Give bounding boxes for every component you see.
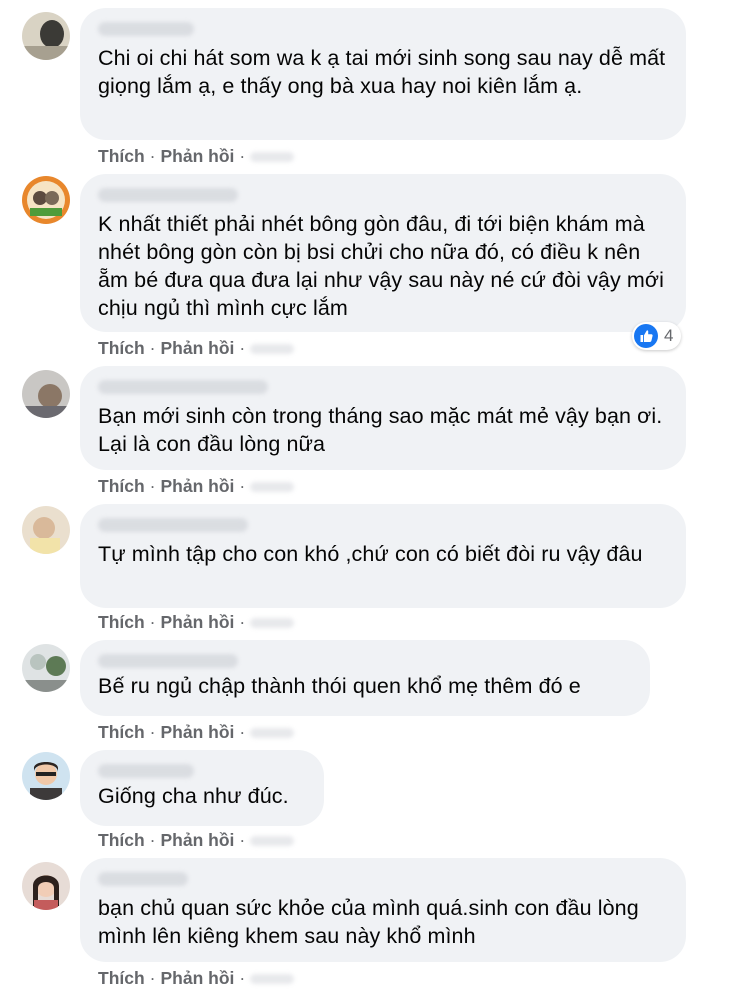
separator: · [239, 476, 246, 496]
author-name-blurred[interactable] [98, 518, 248, 532]
comment-actions: Thích · Phản hồi · [98, 968, 295, 989]
reply-button[interactable]: Phản hồi [161, 968, 235, 988]
separator: · [239, 968, 246, 988]
like-button[interactable]: Thích [98, 968, 145, 988]
avatar[interactable] [22, 176, 70, 224]
separator: · [239, 612, 246, 632]
comment-actions: Thích · Phản hồi · [98, 338, 295, 359]
separator: · [149, 830, 156, 850]
separator: · [149, 476, 156, 496]
author-name-blurred[interactable] [98, 654, 238, 668]
like-button[interactable]: Thích [98, 338, 145, 358]
avatar[interactable] [22, 644, 70, 692]
author-name-blurred[interactable] [98, 380, 268, 394]
timestamp-blurred[interactable] [250, 836, 295, 847]
comment-bubble: Giống cha như đúc. [80, 750, 324, 826]
comment-actions: Thích · Phản hồi · [98, 722, 295, 743]
avatar[interactable] [22, 862, 70, 910]
comment-bubble: Bế ru ngủ chập thành thói quen khổ mẹ th… [80, 640, 650, 716]
separator: · [149, 146, 156, 166]
comment-bubble: K nhất thiết phải nhét bông gòn đâu, đi … [80, 174, 686, 332]
reaction-badge[interactable]: 4 [632, 322, 682, 350]
timestamp-blurred[interactable] [250, 344, 295, 355]
comment-thread: Chi oi chi hát som wa k ạ tai mới sinh s… [0, 0, 746, 990]
avatar[interactable] [22, 370, 70, 418]
timestamp-blurred[interactable] [250, 728, 295, 739]
comment-text: Giống cha như đúc. [98, 784, 289, 808]
author-name-blurred[interactable] [98, 872, 188, 886]
separator: · [149, 722, 156, 742]
separator: · [239, 338, 246, 358]
comment-text: Tự mình tập cho con khó ,chứ con có biết… [98, 542, 643, 566]
comment-actions: Thích · Phản hồi · [98, 612, 295, 633]
reply-button[interactable]: Phản hồi [161, 722, 235, 742]
comment-text: Chi oi chi hát som wa k ạ tai mới sinh s… [98, 46, 666, 98]
like-button[interactable]: Thích [98, 146, 145, 166]
like-icon [634, 324, 658, 348]
avatar[interactable] [22, 506, 70, 554]
like-button[interactable]: Thích [98, 612, 145, 632]
author-name-blurred[interactable] [98, 188, 238, 202]
reaction-count: 4 [664, 326, 674, 345]
comment-actions: Thích · Phản hồi · [98, 830, 295, 851]
comment-bubble: Chi oi chi hát som wa k ạ tai mới sinh s… [80, 8, 686, 140]
comment-bubble: bạn chủ quan sức khỏe của mình quá.sinh … [80, 858, 686, 962]
like-button[interactable]: Thích [98, 830, 145, 850]
avatar[interactable] [22, 12, 70, 60]
comment-text: K nhất thiết phải nhét bông gòn đâu, đi … [98, 212, 664, 320]
separator: · [239, 722, 246, 742]
comment-actions: Thích · Phản hồi · [98, 476, 295, 497]
comment-text: Bạn mới sinh còn trong tháng sao mặc mát… [98, 404, 663, 456]
comment-bubble: Tự mình tập cho con khó ,chứ con có biết… [80, 504, 686, 608]
reply-button[interactable]: Phản hồi [161, 612, 235, 632]
comment-text: Bế ru ngủ chập thành thói quen khổ mẹ th… [98, 674, 581, 698]
like-button[interactable]: Thích [98, 476, 145, 496]
reply-button[interactable]: Phản hồi [161, 338, 235, 358]
author-name-blurred[interactable] [98, 22, 194, 36]
timestamp-blurred[interactable] [250, 974, 295, 985]
separator: · [239, 146, 246, 166]
avatar[interactable] [22, 752, 70, 800]
reply-button[interactable]: Phản hồi [161, 476, 235, 496]
separator: · [149, 968, 156, 988]
comment-actions: Thích · Phản hồi · [98, 146, 295, 167]
reply-button[interactable]: Phản hồi [161, 830, 235, 850]
separator: · [149, 338, 156, 358]
timestamp-blurred[interactable] [250, 618, 295, 629]
like-button[interactable]: Thích [98, 722, 145, 742]
comment-text: bạn chủ quan sức khỏe của mình quá.sinh … [98, 896, 639, 948]
comment-bubble: Bạn mới sinh còn trong tháng sao mặc mát… [80, 366, 686, 470]
reply-button[interactable]: Phản hồi [161, 146, 235, 166]
timestamp-blurred[interactable] [250, 152, 295, 163]
author-name-blurred[interactable] [98, 764, 194, 778]
separator: · [149, 612, 156, 632]
timestamp-blurred[interactable] [250, 482, 295, 493]
separator: · [239, 830, 246, 850]
